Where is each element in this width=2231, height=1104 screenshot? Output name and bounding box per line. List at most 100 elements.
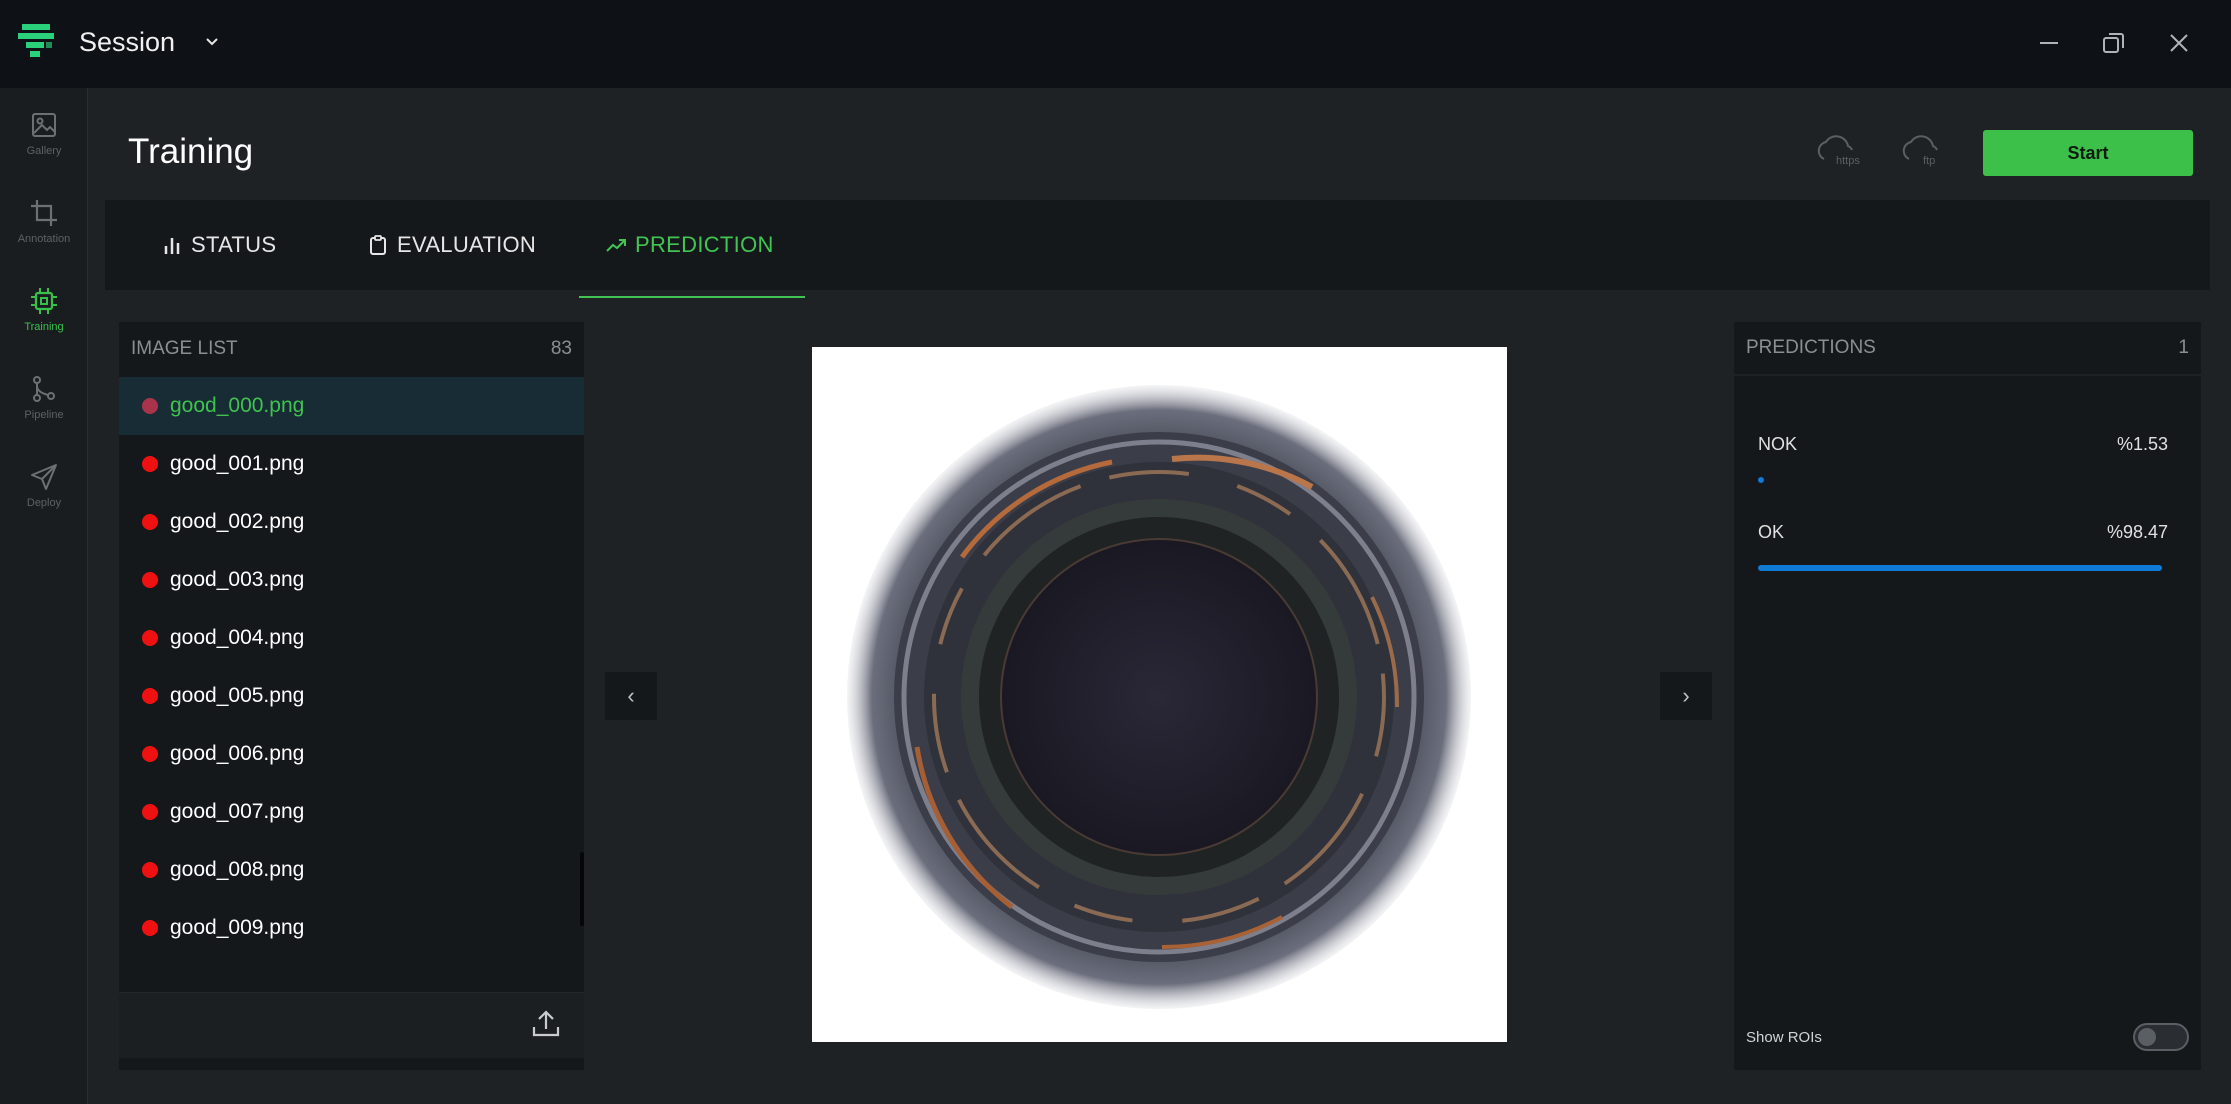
list-item-label: good_001.png [170, 452, 305, 475]
status-dot-icon [142, 804, 158, 820]
prediction-label: NOK [1758, 434, 1798, 454]
sidebar: Gallery Annotation Training Pipeline Dep… [0, 88, 88, 1104]
list-item-label: good_007.png [170, 800, 305, 823]
status-dot-icon [142, 398, 158, 414]
cloud-ftp-button[interactable]: ftp [1895, 133, 1957, 173]
list-item[interactable]: good_005.png [119, 667, 584, 725]
clipboard-icon [370, 235, 386, 255]
sidebar-item-label: Pipeline [24, 409, 64, 421]
status-dot-icon [142, 630, 158, 646]
cloud-ftp-label: ftp [1923, 155, 1936, 167]
cloud-https-button[interactable]: https [1810, 133, 1872, 173]
cloud-icon [1902, 135, 1938, 160]
status-dot-icon [142, 456, 158, 472]
prediction-bar [1758, 477, 1764, 483]
list-item-label: good_009.png [170, 916, 305, 939]
list-item[interactable]: good_010.png [119, 957, 584, 963]
start-button[interactable]: Start [1983, 130, 2193, 176]
sidebar-item-pipeline[interactable]: Pipeline [0, 374, 88, 452]
tab-bar: STATUS EVALUATION PREDICTION [105, 200, 2210, 290]
send-icon [31, 464, 57, 490]
list-item[interactable]: good_006.png [119, 725, 584, 783]
image-list-title: IMAGE LIST [131, 338, 238, 359]
tab-label: EVALUATION [397, 232, 537, 257]
prediction-ok: OK %98.47 [1758, 522, 2168, 571]
toggle-knob [2138, 1028, 2156, 1046]
list-item-label: good_002.png [170, 510, 305, 533]
prediction-value: %1.53 [2116, 434, 2168, 454]
image-list-scrollbar[interactable] [580, 852, 584, 926]
prediction-bar [1758, 565, 2162, 571]
crop-icon [31, 200, 57, 226]
trending-up-icon [606, 239, 626, 252]
sidebar-item-label: Deploy [26, 497, 62, 509]
image-icon [32, 113, 56, 137]
status-dot-icon [142, 746, 158, 762]
prediction-value: %98.47 [2106, 522, 2168, 542]
show-rois-row: Show ROIs [1746, 1022, 2189, 1052]
prev-image-button[interactable]: ‹ [605, 672, 657, 720]
image-list-count: 83 [550, 338, 572, 359]
sidebar-item-training[interactable]: Training [0, 286, 88, 364]
tab-prediction[interactable]: PREDICTION [605, 200, 774, 290]
show-rois-label: Show ROIs [1746, 1028, 1822, 1046]
sidebar-item-gallery[interactable]: Gallery [0, 110, 88, 188]
sidebar-item-label: Training [24, 321, 64, 333]
prediction-label: OK [1758, 522, 1785, 542]
bottle-top-image [847, 385, 1471, 1009]
list-item-label: good_000.png [170, 394, 305, 417]
list-item-label: good_004.png [170, 626, 305, 649]
next-image-button[interactable]: › [1660, 672, 1712, 720]
close-icon [2170, 34, 2188, 52]
title-bar: Session [0, 0, 2231, 88]
list-item-label: good_005.png [170, 684, 305, 707]
git-branch-icon [33, 376, 55, 402]
list-item[interactable]: good_003.png [119, 551, 584, 609]
list-item-label: good_003.png [170, 568, 305, 591]
image-list[interactable]: good_000.png good_001.png good_002.pnggood… [119, 377, 584, 963]
minimize-button[interactable] [2032, 26, 2066, 60]
status-dot-icon [142, 688, 158, 704]
sidebar-item-label: Gallery [26, 145, 62, 157]
upload-icon[interactable] [529, 1007, 563, 1041]
restore-icon [2103, 33, 2124, 53]
predictions-panel: PREDICTIONS 1 NOK %1.53 OK %98.47 Show R… [1734, 322, 2201, 1070]
image-list-footer [119, 992, 584, 1058]
prediction-bar-track [1758, 477, 2168, 483]
chevron-down-icon[interactable] [203, 33, 221, 51]
predictions-title: PREDICTIONS [1746, 337, 1876, 358]
minimize-icon [2040, 42, 2058, 44]
list-item[interactable]: good_009.png [119, 899, 584, 957]
chip-icon [31, 288, 57, 314]
tab-label: STATUS [191, 232, 277, 257]
close-button[interactable] [2162, 26, 2196, 60]
list-item-label: good_006.png [170, 742, 305, 765]
prediction-bar-track [1758, 565, 2168, 571]
bar-chart-icon [164, 238, 180, 254]
list-item[interactable]: good_007.png [119, 783, 584, 841]
status-dot-icon [142, 920, 158, 936]
tab-label: PREDICTION [635, 232, 774, 257]
restore-button[interactable] [2097, 26, 2131, 60]
list-item[interactable]: good_000.png [119, 377, 584, 435]
predictions-count: 1 [2178, 337, 2189, 358]
tab-evaluation[interactable]: EVALUATION [367, 200, 536, 290]
list-item[interactable]: good_008.png [119, 841, 584, 899]
list-item[interactable]: good_001.png [119, 435, 584, 493]
cloud-https-label: https [1836, 155, 1860, 167]
status-dot-icon [142, 514, 158, 530]
status-dot-icon [142, 862, 158, 878]
tab-status[interactable]: STATUS [161, 200, 276, 290]
sidebar-item-deploy[interactable]: Deploy [0, 462, 88, 540]
list-item[interactable]: good_004.png [119, 609, 584, 667]
image-list-panel: IMAGE LIST 83 good_000.png good_001.png go… [119, 322, 584, 1070]
session-title[interactable]: Session [79, 27, 175, 58]
predictions-header: PREDICTIONS 1 [1734, 322, 2201, 376]
sidebar-item-label: Annotation [17, 233, 71, 245]
sidebar-item-annotation[interactable]: Annotation [0, 198, 88, 276]
list-item[interactable]: good_002.png [119, 493, 584, 551]
page-title: Training [128, 132, 254, 171]
image-list-header: IMAGE LIST 83 [119, 322, 584, 376]
active-tab-indicator [579, 296, 805, 298]
show-rois-toggle[interactable] [2133, 1023, 2189, 1051]
